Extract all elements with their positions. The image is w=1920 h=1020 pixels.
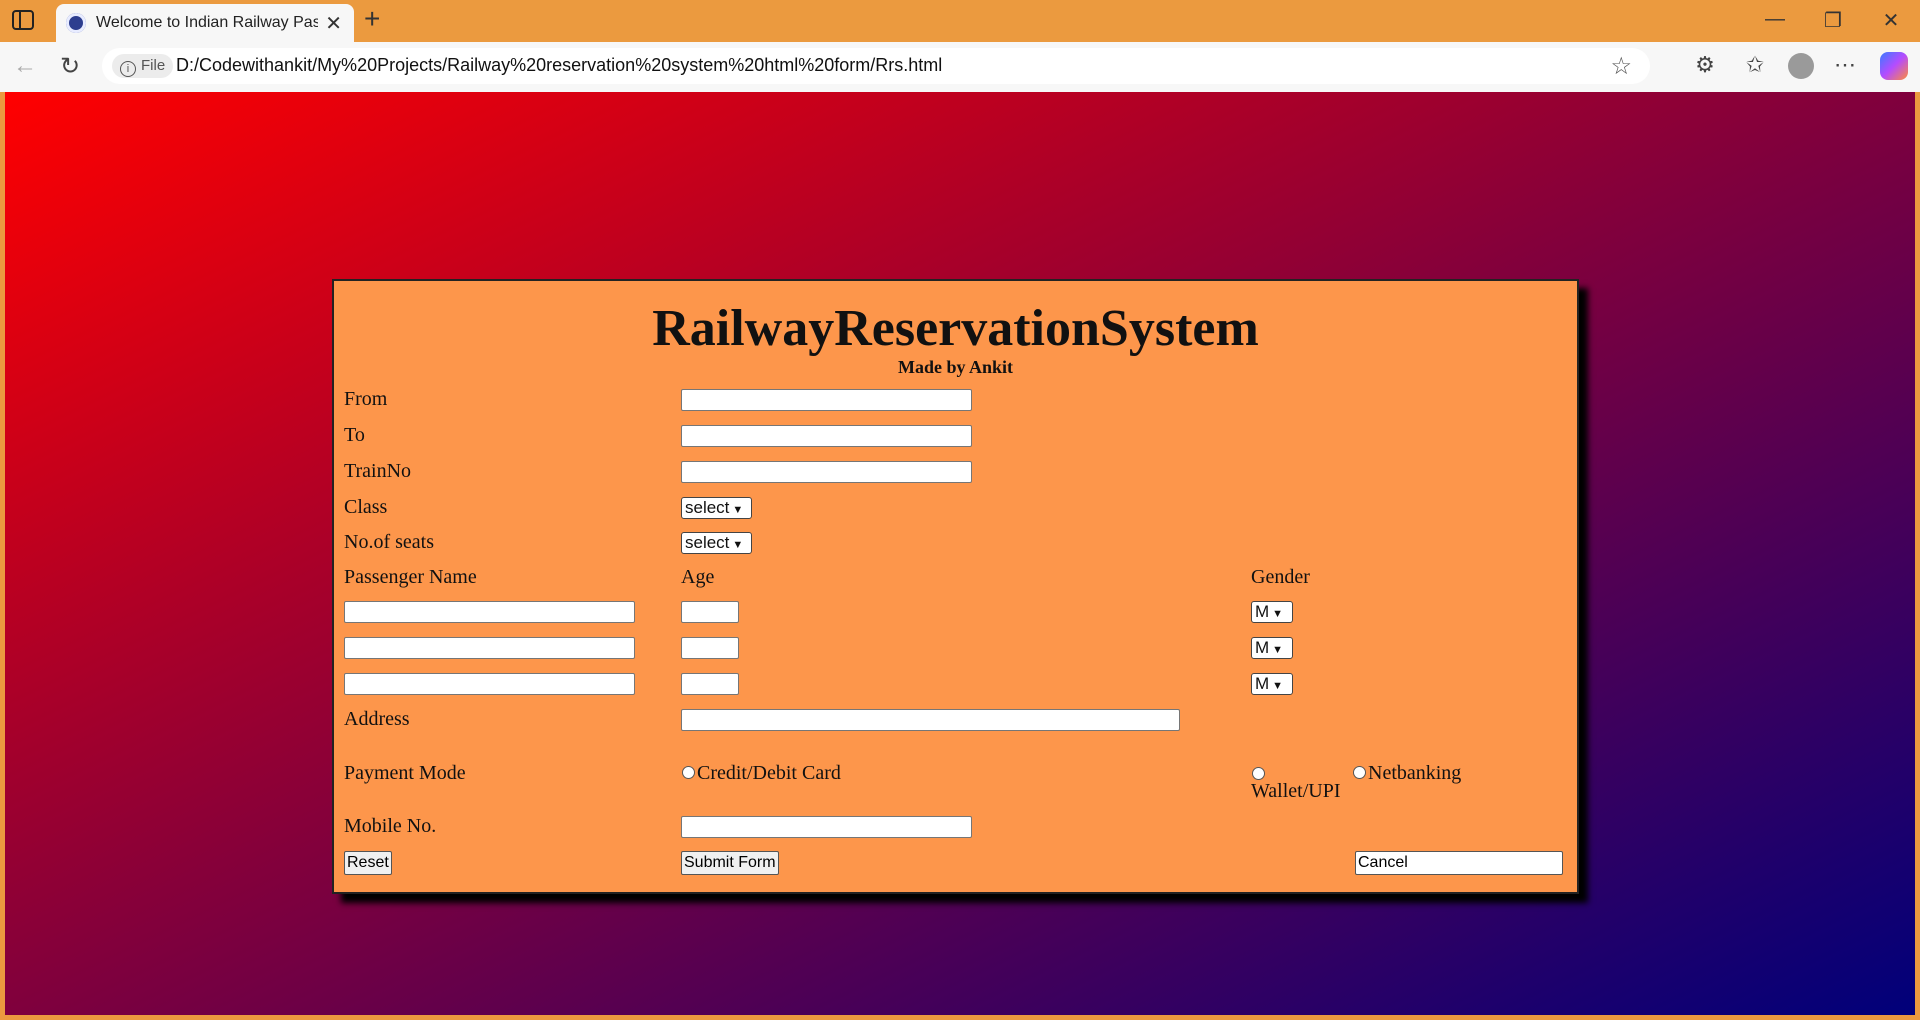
reset-button[interactable]: Reset — [344, 851, 392, 875]
payment-mode-label: Payment Mode — [344, 762, 466, 784]
passenger-gender-select-2[interactable]: M ▼ — [1251, 637, 1293, 659]
passenger-name-label: Passenger Name — [344, 566, 477, 588]
seats-select-value: select — [685, 533, 730, 552]
chevron-down-icon: ▼ — [1272, 680, 1284, 692]
train-no-input[interactable] — [681, 461, 972, 483]
favorites-icon[interactable]: ✩ — [1740, 52, 1770, 78]
star-icon[interactable]: ☆ — [1610, 52, 1632, 81]
card-radio[interactable] — [682, 766, 695, 779]
gender-select-value: M — [1255, 638, 1270, 657]
seats-label: No.of seats — [344, 531, 434, 553]
passenger-gender-select-3[interactable]: M ▼ — [1251, 673, 1293, 695]
from-label: From — [344, 388, 388, 410]
info-icon: i — [120, 61, 136, 77]
class-select-value: select — [685, 498, 730, 517]
reservation-form: RailwayReservationSystem Made by Ankit F… — [332, 279, 1579, 894]
profile-icon[interactable] — [1788, 53, 1814, 79]
minimize-icon[interactable]: — — [1760, 8, 1790, 31]
address-bar[interactable]: i File D:/Codewithankit/My%20Projects/Rai… — [102, 48, 1650, 84]
card-option-label: Credit/Debit Card — [697, 762, 841, 784]
sidebar-icon[interactable] — [12, 10, 36, 32]
more-icon[interactable]: ⋯ — [1830, 52, 1860, 78]
passenger-age-input-2[interactable] — [681, 637, 739, 659]
chevron-down-icon: ▼ — [732, 539, 744, 551]
wallet-option-label: Wallet/UPI — [1251, 780, 1341, 802]
passenger-name-input-2[interactable] — [344, 637, 635, 659]
to-input[interactable] — [681, 425, 972, 447]
browser-tab[interactable]: Welcome to Indian Railway Passer ✕ — [56, 4, 354, 42]
seats-select[interactable]: select ▼ — [681, 532, 752, 554]
submit-button[interactable]: Submit Form — [681, 851, 779, 875]
train-no-label: TrainNo — [344, 460, 412, 482]
close-icon[interactable]: ✕ — [1876, 8, 1906, 33]
copilot-icon[interactable] — [1880, 52, 1908, 80]
extensions-icon[interactable]: ⚙ — [1690, 52, 1720, 78]
passenger-name-input-3[interactable] — [344, 673, 635, 695]
chevron-down-icon: ▼ — [732, 504, 744, 516]
browser-toolbar: ← ↻ i File D:/Codewithankit/My%20Projects… — [0, 42, 1920, 92]
passenger-gender-select-1[interactable]: M ▼ — [1251, 601, 1293, 623]
back-icon[interactable]: ← — [10, 52, 40, 80]
netbanking-radio[interactable] — [1353, 766, 1366, 779]
mobile-input[interactable] — [681, 816, 972, 838]
passenger-age-input-3[interactable] — [681, 673, 739, 695]
page-background: RailwayReservationSystem Made by Ankit F… — [5, 92, 1915, 1015]
netbanking-option-label: Netbanking — [1368, 762, 1462, 784]
class-label: Class — [344, 496, 388, 518]
from-input[interactable] — [681, 389, 972, 411]
passenger-age-input-1[interactable] — [681, 601, 739, 623]
mobile-label: Mobile No. — [344, 815, 437, 837]
page-title: RailwayReservationSystem — [652, 300, 1259, 357]
class-select[interactable]: select ▼ — [681, 497, 752, 519]
railway-logo-icon — [66, 13, 86, 33]
passenger-name-input-1[interactable] — [344, 601, 635, 623]
site-info-chip[interactable]: i File — [112, 54, 174, 78]
wallet-radio[interactable] — [1252, 767, 1265, 780]
chevron-down-icon: ▼ — [1272, 644, 1284, 656]
tab-title: Welcome to Indian Railway Passer — [96, 14, 318, 31]
address-label: Address — [344, 708, 410, 730]
tab-close-icon[interactable]: ✕ — [325, 11, 342, 36]
restore-icon[interactable]: ❐ — [1818, 8, 1848, 33]
cancel-button[interactable]: Cancel — [1355, 851, 1563, 875]
chevron-down-icon: ▼ — [1272, 608, 1284, 620]
address-input[interactable] — [681, 709, 1180, 731]
gender-label: Gender — [1251, 566, 1310, 588]
tab-bar: Welcome to Indian Railway Passer ✕ + — ❐… — [0, 0, 1920, 42]
age-label: Age — [681, 566, 715, 588]
page-subtitle: Made by Ankit — [897, 357, 1014, 377]
gender-select-value: M — [1255, 674, 1270, 693]
url-text[interactable]: D:/Codewithankit/My%20Projects/Railway%2… — [176, 55, 942, 76]
gender-select-value: M — [1255, 602, 1270, 621]
to-label: To — [344, 424, 365, 446]
new-tab-icon[interactable]: + — [364, 4, 380, 34]
reload-icon[interactable]: ↻ — [55, 52, 85, 81]
file-chip-label: File — [141, 57, 166, 74]
